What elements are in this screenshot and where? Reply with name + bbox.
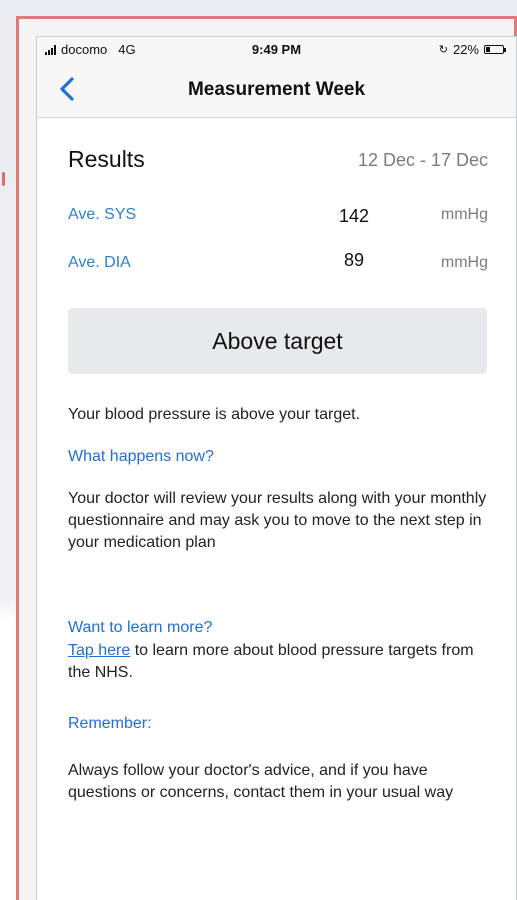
navigation-bar: Measurement Week bbox=[37, 61, 516, 118]
status-bar: docomo 4G 9:49 PM ↻ 22% bbox=[37, 37, 516, 61]
metric-row-sys: Ave. SYS 142 mmHg bbox=[68, 206, 488, 230]
tap-here-link[interactable]: Tap here bbox=[68, 642, 130, 659]
phone-screen: docomo 4G 9:49 PM ↻ 22% Measurement Week… bbox=[36, 36, 517, 900]
learn-more-heading: Want to learn more? bbox=[68, 619, 213, 636]
learn-more-paragraph: Tap here to learn more about blood press… bbox=[68, 640, 493, 684]
metric-value: 89 bbox=[343, 250, 365, 270]
results-header: Results 12 Dec - 17 Dec bbox=[68, 146, 488, 176]
what-happens-heading: What happens now? bbox=[68, 448, 214, 465]
metric-value: 142 bbox=[338, 206, 370, 226]
results-title: Results bbox=[68, 146, 145, 172]
metric-label: Ave. DIA bbox=[68, 254, 131, 271]
metric-label: Ave. SYS bbox=[68, 206, 137, 223]
page-title: Measurement Week bbox=[187, 79, 366, 100]
status-right: ↻ 22% bbox=[438, 42, 506, 57]
orientation-lock-icon: ↻ bbox=[438, 44, 448, 56]
metric-unit: mmHg bbox=[440, 206, 488, 223]
side-marker bbox=[2, 172, 5, 186]
status-badge: Above target bbox=[68, 308, 487, 374]
what-happens-text: Your doctor will review your results alo… bbox=[68, 490, 487, 551]
battery-percent: 22% bbox=[452, 42, 479, 57]
metric-row-dia: Ave. DIA 89 mmHg bbox=[68, 250, 488, 278]
summary-text: Your blood pressure is above your target… bbox=[68, 406, 361, 423]
remember-heading: Remember: bbox=[68, 715, 152, 732]
battery-icon bbox=[484, 45, 506, 54]
remember-text: Always follow your doctor's advice, and … bbox=[68, 762, 454, 801]
metric-unit: mmHg bbox=[440, 254, 488, 271]
date-range: 12 Dec - 17 Dec bbox=[357, 150, 488, 170]
